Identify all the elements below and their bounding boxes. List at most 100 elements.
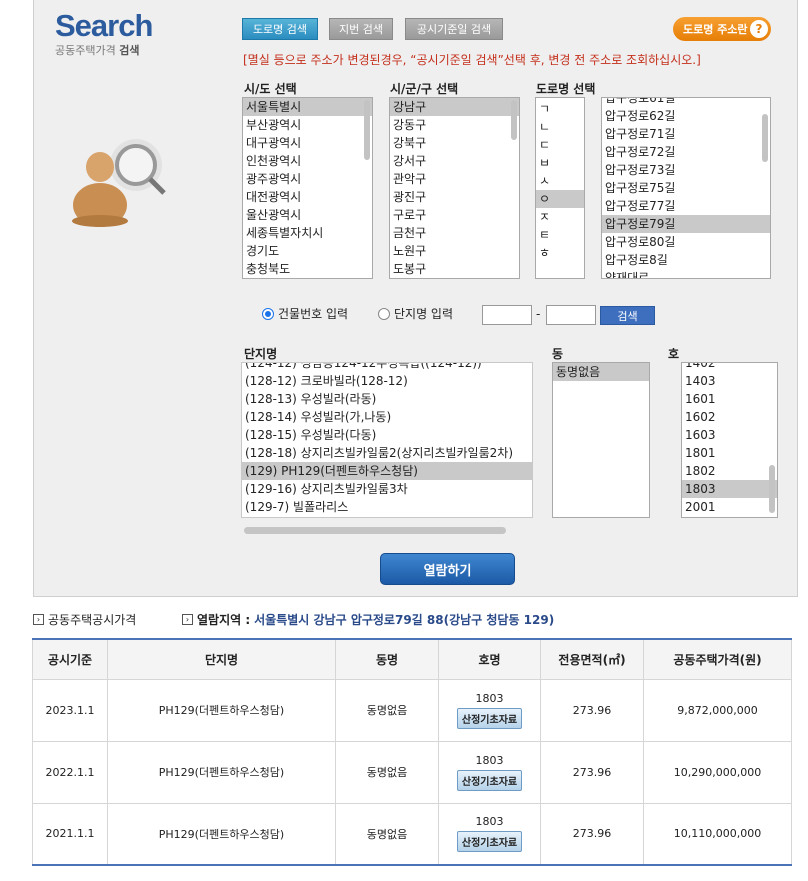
road-option[interactable]: 압구정로61길 bbox=[602, 98, 770, 107]
danji-option[interactable]: (129-7) 빌폴라리스 bbox=[242, 498, 532, 516]
ho-option[interactable]: 1402 bbox=[682, 363, 777, 372]
road-option[interactable]: 압구정로73길 bbox=[602, 161, 770, 179]
initial-select[interactable]: ㄱㄴㄷㅂㅅㅇㅈㅌㅎ bbox=[535, 97, 585, 279]
logo-subtitle-bold: 검색 bbox=[119, 44, 140, 57]
radio-label-building: 건물번호 입력 bbox=[278, 307, 349, 321]
sigungu-option[interactable]: 강남구 bbox=[390, 98, 519, 116]
cell-dong: 동명없음 bbox=[335, 740, 439, 804]
building-sub-number-input[interactable] bbox=[546, 305, 596, 325]
initial-option[interactable]: ㄷ bbox=[536, 136, 584, 154]
sigungu-option[interactable]: 관악구 bbox=[390, 170, 519, 188]
tab-road-search[interactable]: 도로명 검색 bbox=[242, 18, 318, 40]
ho-option[interactable]: 1603 bbox=[682, 426, 777, 444]
danji-option[interactable]: (128-18) 상지리츠빌카일룸2(상지리츠빌카일룸2차) bbox=[242, 444, 532, 462]
initial-option[interactable]: ㅇ bbox=[536, 190, 584, 208]
danji-horizontal-scrollbar[interactable] bbox=[244, 527, 506, 534]
danji-option[interactable]: (128-12) 크로바빌라(128-12) bbox=[242, 372, 532, 390]
road-option[interactable]: 압구정로8길 bbox=[602, 251, 770, 269]
dong-select[interactable]: 동명없음 bbox=[552, 362, 650, 518]
sido-option[interactable]: 서울특별시 bbox=[243, 98, 372, 116]
ho-option[interactable]: 1602 bbox=[682, 408, 777, 426]
sido-option[interactable]: 울산광역시 bbox=[243, 206, 372, 224]
search-logo: Search 공동주택가격 검색 bbox=[55, 8, 153, 58]
initial-option[interactable]: ㄱ bbox=[536, 100, 584, 118]
tab-date-search[interactable]: 공시기준일 검색 bbox=[405, 18, 503, 40]
road-option[interactable]: 양재대로 bbox=[602, 269, 770, 278]
chevron-right-icon: › bbox=[182, 614, 193, 625]
danji-select[interactable]: (124-12) 청담동124-12우정목탑((124-12)) (128-12)… bbox=[241, 362, 533, 518]
road-option[interactable]: 압구정로77길 bbox=[602, 197, 770, 215]
ho-option[interactable]: 1403 bbox=[682, 372, 777, 390]
sigungu-select[interactable]: 강남구 강동구 강북구 강서구 관악구 광진구 구로구 금천구 노원구 도봉구 bbox=[389, 97, 520, 279]
sigungu-option[interactable]: 금천구 bbox=[390, 224, 519, 242]
danji-option[interactable]: (128-14) 우성빌라(가,나동) bbox=[242, 408, 532, 426]
basis-data-button[interactable]: 산정기초자료 bbox=[456, 831, 523, 853]
sigungu-scrollbar[interactable] bbox=[511, 100, 517, 140]
logo-title: Search bbox=[55, 8, 153, 43]
sigungu-option[interactable]: 강북구 bbox=[390, 134, 519, 152]
sido-option[interactable]: 충청북도 bbox=[243, 260, 372, 278]
ho-option[interactable]: 1802 bbox=[682, 462, 777, 480]
radio-building-number[interactable]: 건물번호 입력 bbox=[262, 305, 348, 322]
table-header-row: 공시기준 단지명 동명 호명 전용면적(㎡) 공동주택가격(원) bbox=[32, 638, 792, 680]
basis-data-button[interactable]: 산정기초자료 bbox=[456, 769, 523, 791]
sigungu-option[interactable]: 노원구 bbox=[390, 242, 519, 260]
danji-option[interactable]: (128-13) 우성빌라(라동) bbox=[242, 390, 532, 408]
initial-option[interactable]: ㅅ bbox=[536, 172, 584, 190]
road-option[interactable]: 압구정로71길 bbox=[602, 125, 770, 143]
sido-option[interactable]: 대전광역시 bbox=[243, 188, 372, 206]
road-scrollbar[interactable] bbox=[762, 114, 768, 162]
ho-option[interactable]: 1601 bbox=[682, 390, 777, 408]
building-main-number-input[interactable] bbox=[482, 305, 532, 325]
tab-lot-search[interactable]: 지번 검색 bbox=[329, 18, 393, 40]
road-option[interactable]: 압구정로72길 bbox=[602, 143, 770, 161]
danji-option[interactable]: (129) PH129(더펜트하우스청담) bbox=[242, 462, 532, 480]
sido-option[interactable]: 인천광역시 bbox=[243, 152, 372, 170]
cell-dong: 동명없음 bbox=[335, 678, 439, 742]
sido-option[interactable]: 광주광역시 bbox=[243, 170, 372, 188]
sido-scrollbar[interactable] bbox=[364, 100, 370, 160]
initial-option[interactable]: ㅎ bbox=[536, 244, 584, 262]
road-option[interactable]: 압구정로75길 bbox=[602, 179, 770, 197]
search-button[interactable]: 검색 bbox=[600, 306, 655, 325]
sido-option[interactable]: 부산광역시 bbox=[243, 116, 372, 134]
sigungu-option[interactable]: 구로구 bbox=[390, 206, 519, 224]
cell-price: 9,872,000,000 bbox=[643, 678, 792, 742]
ho-option[interactable]: 2003 bbox=[682, 516, 777, 517]
danji-option[interactable]: (124-12) 청담동124-12우정목탑((124-12)) bbox=[242, 363, 532, 372]
sigungu-option[interactable]: 광진구 bbox=[390, 188, 519, 206]
initial-option[interactable]: ㅌ bbox=[536, 226, 584, 244]
radio-dot-danji[interactable] bbox=[378, 307, 390, 320]
road-option[interactable]: 압구정로62길 bbox=[602, 107, 770, 125]
initial-option[interactable]: ㅂ bbox=[536, 154, 584, 172]
view-button[interactable]: 열람하기 bbox=[380, 553, 515, 585]
road-select[interactable]: 압구정로61길 압구정로62길 압구정로71길 압구정로72길 압구정로73길 압구정로7… bbox=[601, 97, 771, 279]
ho-option[interactable]: 2001 bbox=[682, 498, 777, 516]
road-option[interactable]: 압구정로80길 bbox=[602, 233, 770, 251]
radio-dot-building[interactable] bbox=[262, 307, 274, 320]
dong-option[interactable]: 동명없음 bbox=[553, 363, 649, 381]
initial-option[interactable]: ㄴ bbox=[536, 118, 584, 136]
sido-option[interactable]: 대구광역시 bbox=[243, 134, 372, 152]
sigungu-option[interactable]: 강동구 bbox=[390, 116, 519, 134]
danji-option[interactable]: (129-16) 상지리츠빌카일룸3차 bbox=[242, 480, 532, 498]
ho-select[interactable]: 1402140316011602160318011802180320012003 bbox=[681, 362, 778, 518]
sigungu-option[interactable]: 도봉구 bbox=[390, 260, 519, 278]
road-address-guide-button[interactable]: 도로명 주소란 ? bbox=[673, 17, 771, 41]
initial-option[interactable]: ㅈ bbox=[536, 208, 584, 226]
sigungu-option[interactable]: 강서구 bbox=[390, 152, 519, 170]
sido-option[interactable]: 세종특별자치시 bbox=[243, 224, 372, 242]
danji-option[interactable]: (128-15) 우성빌라(다동) bbox=[242, 426, 532, 444]
road-label: 도로명 선택 bbox=[536, 82, 596, 96]
input-separator: - bbox=[536, 307, 541, 321]
ho-option[interactable]: 1803 bbox=[682, 480, 777, 498]
sido-select[interactable]: 서울특별시 부산광역시 대구광역시 인천광역시 광주광역시 대전광역시 울산광역시 세종특별자… bbox=[242, 97, 373, 279]
ho-scrollbar[interactable] bbox=[769, 465, 775, 513]
region-label: 열람지역 : bbox=[197, 613, 251, 627]
radio-danji-name[interactable]: 단지명 입력 bbox=[378, 305, 453, 322]
ho-option[interactable]: 1801 bbox=[682, 444, 777, 462]
sido-option[interactable]: 경기도 bbox=[243, 242, 372, 260]
road-option[interactable]: 압구정로79길 bbox=[602, 215, 770, 233]
basis-data-button[interactable]: 산정기초자료 bbox=[456, 707, 523, 729]
dong-label: 동 bbox=[552, 347, 564, 361]
